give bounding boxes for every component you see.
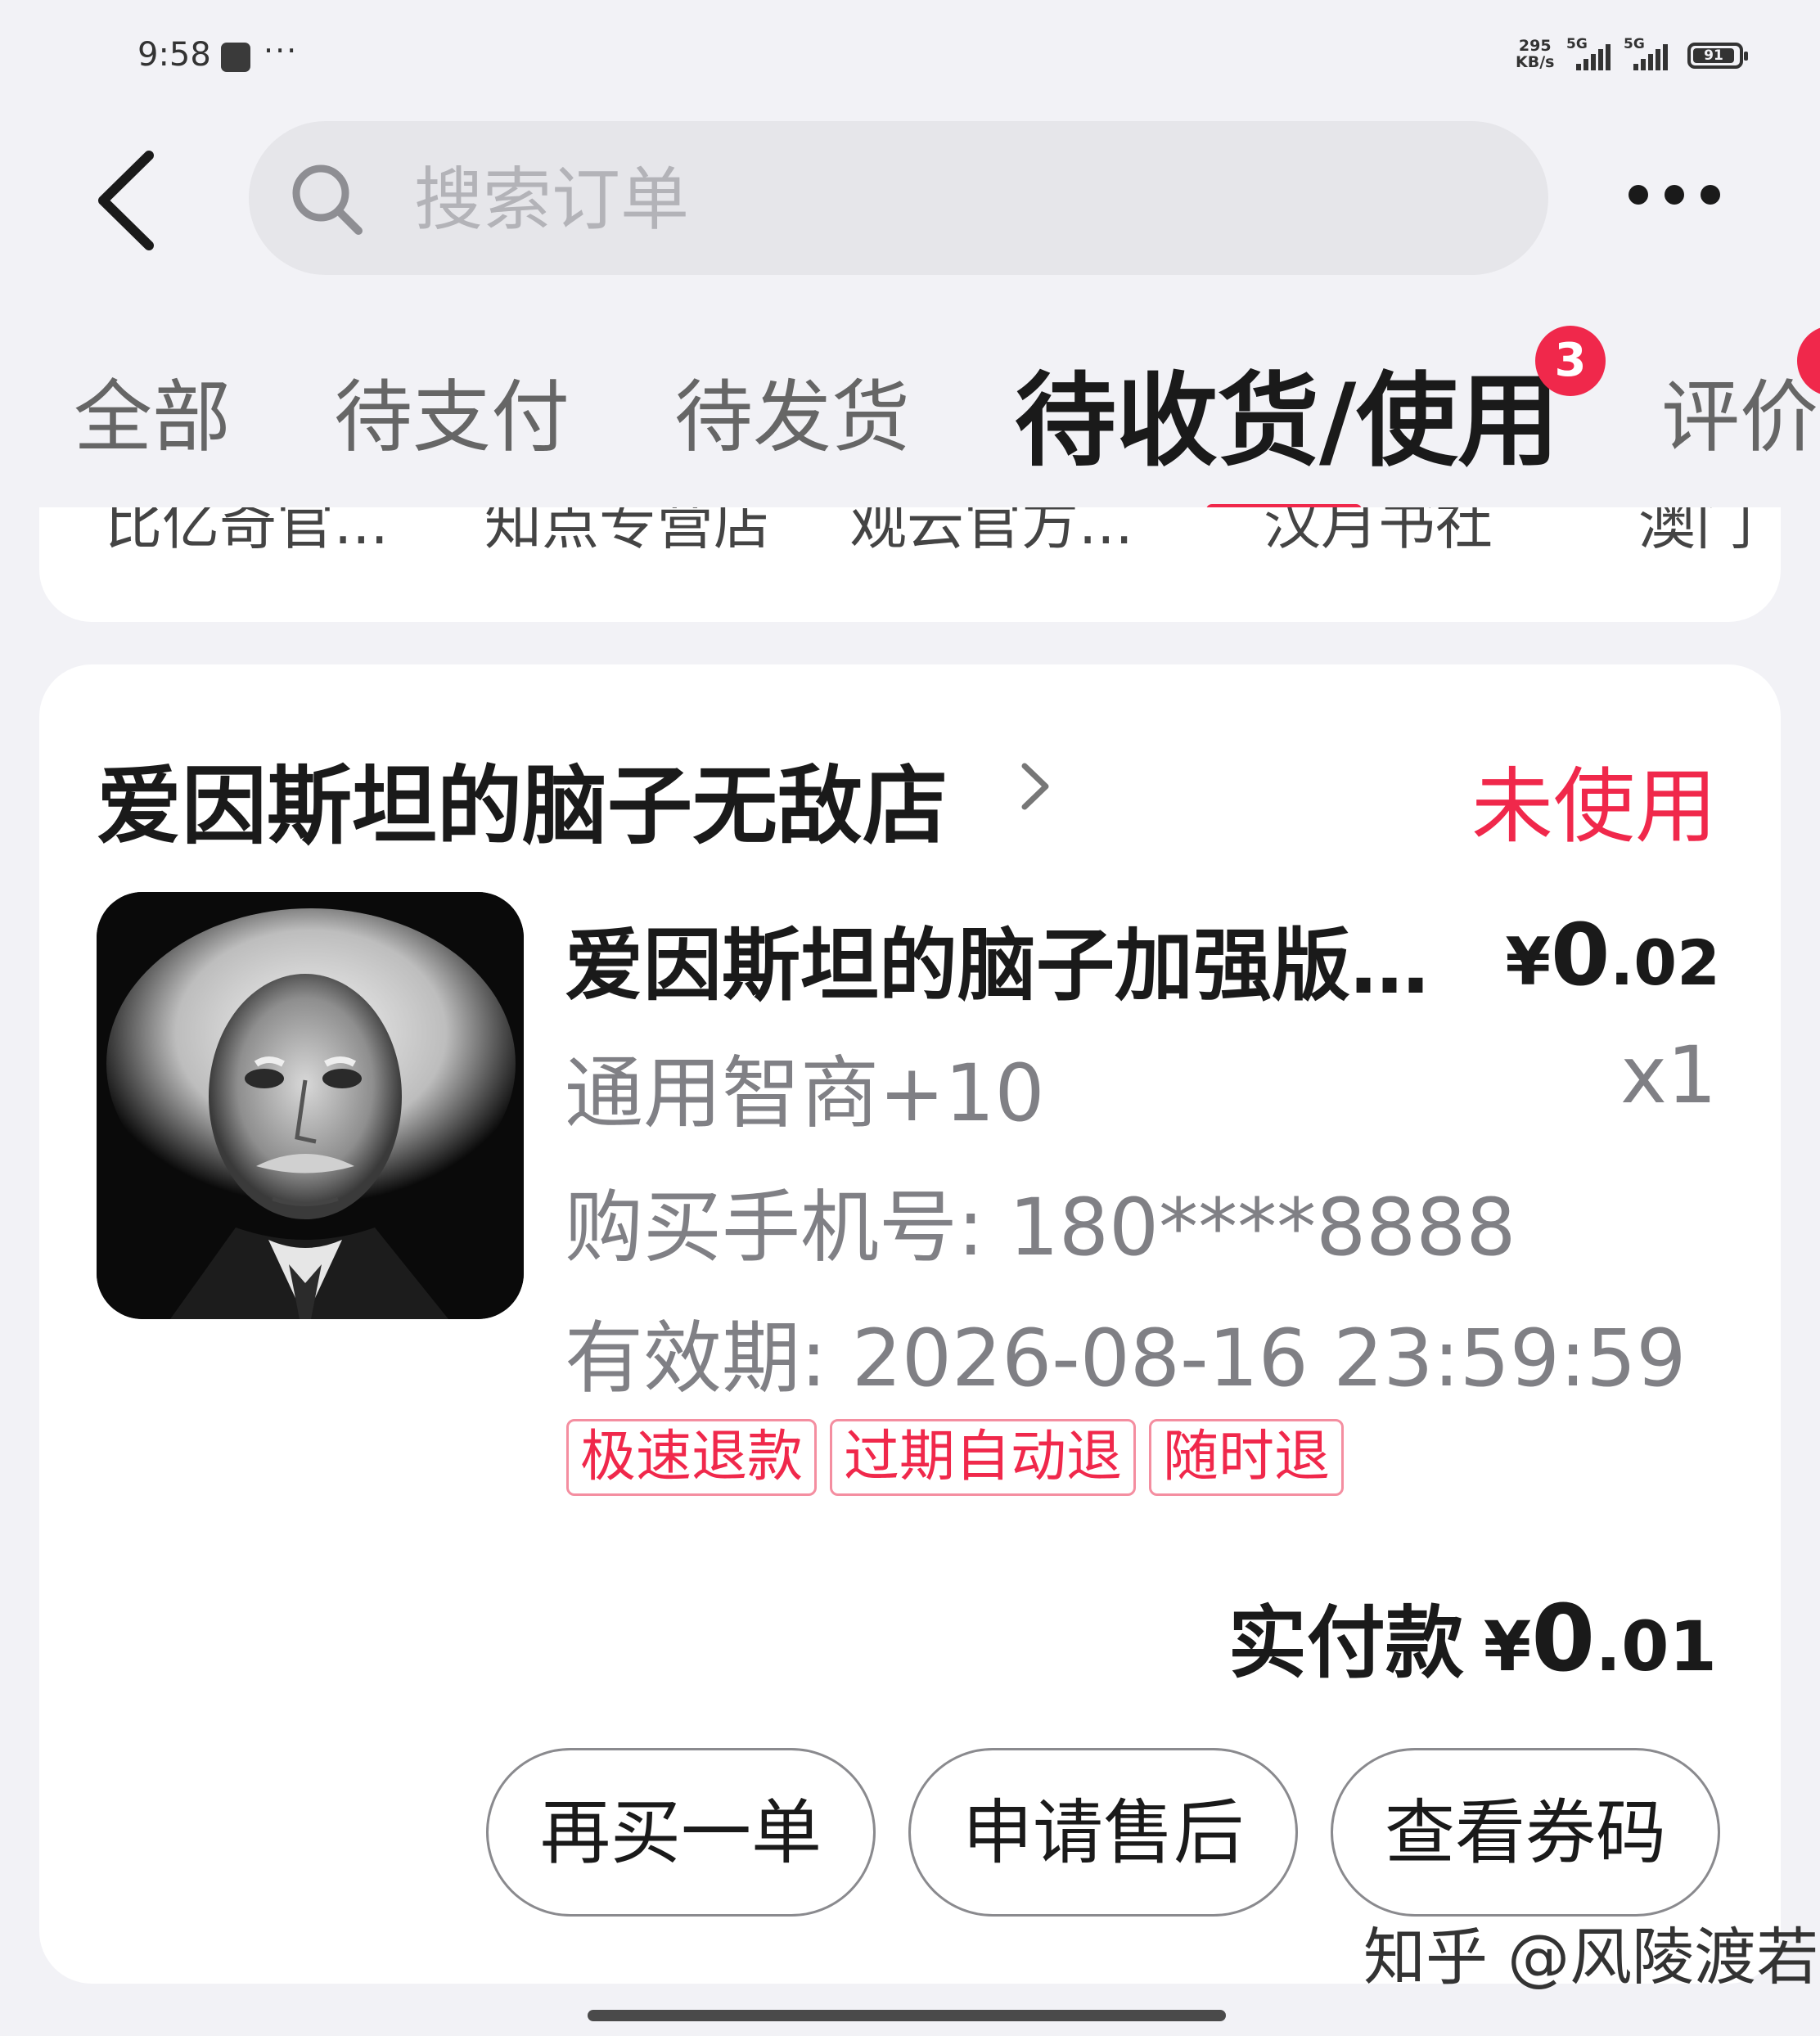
validity-period: 有效期: 2026-08-16 23:59:59 <box>565 1313 1687 1404</box>
tag-refund-anytime: 随时退 <box>1149 1419 1345 1496</box>
chevron-right-icon[interactable] <box>1015 750 1056 823</box>
tab-pending-receipt[interactable]: 待收货/使用 <box>1015 360 1559 483</box>
signal-1-label: 5G <box>1566 36 1588 52</box>
tag-auto-refund-on-expiry: 过期自动退 <box>830 1419 1137 1496</box>
price-decimal: .02 <box>1610 926 1720 999</box>
search-bar[interactable] <box>249 121 1548 275</box>
battery-level: 91 <box>1693 48 1734 63</box>
product-quantity: x1 <box>1620 1029 1717 1121</box>
signal-2-icon: 5G <box>1624 36 1668 70</box>
amount-paid-label: 实付款 <box>1228 1597 1464 1689</box>
store-item[interactable]: 澳门 <box>1638 507 1753 565</box>
order-list-screen: 9:58 ··· 295 KB/s 5G 5G 91 全部 待支付 待发货 待收… <box>0 0 1820 2036</box>
store-item[interactable]: 汉月书社 <box>1264 507 1493 565</box>
product-price: ¥0.02 <box>1505 905 1720 1005</box>
after-sale-button[interactable]: 申请售后 <box>908 1748 1298 1917</box>
app-notification-icon <box>221 43 250 72</box>
tab-pending-payment[interactable]: 待支付 <box>334 368 570 466</box>
price-integer: 0 <box>1550 905 1611 1005</box>
amount-paid-currency: ¥ <box>1483 1606 1532 1687</box>
store-item[interactable]: 比亿奇官... <box>105 507 389 565</box>
back-button[interactable] <box>90 147 164 254</box>
watermark: 知乎 @风陵渡若水 <box>1363 1921 1820 1993</box>
battery-icon: 91 <box>1687 43 1748 69</box>
signal-2-label: 5G <box>1624 36 1645 52</box>
network-speed: 295 KB/s <box>1516 38 1554 70</box>
amount-paid: 实付款 ¥0.01 <box>1228 1579 1717 1693</box>
search-icon <box>292 164 363 235</box>
tab-all[interactable]: 全部 <box>74 368 231 466</box>
tab-review[interactable]: 评价 <box>1661 368 1818 466</box>
amount-paid-decimal: .01 <box>1595 1606 1717 1687</box>
network-speed-unit: KB/s <box>1516 53 1555 71</box>
tab-pending-shipment[interactable]: 待发货 <box>674 368 910 466</box>
product-title[interactable]: 爱因斯坦的脑子加强版，... <box>565 902 1506 1016</box>
product-image[interactable] <box>97 892 524 1319</box>
shop-name[interactable]: 爱因斯坦的脑子无敌店 <box>97 736 948 860</box>
order-card[interactable]: 爱因斯坦的脑子无敌店 未使用 爱因斯坦的脑子加强版，... ¥0.02 通用智商… <box>39 664 1781 1984</box>
amount-paid-integer: 0 <box>1531 1586 1596 1692</box>
chevron-left-icon <box>98 151 154 250</box>
price-currency: ¥ <box>1505 924 1551 1000</box>
buyer-phone: 购买手机号: 180****8888 <box>565 1182 1516 1273</box>
recent-stores-strip: 比亿奇官... 知点专营店 观云官方... 汉月书社 澳门 <box>39 507 1781 622</box>
tab-badge-count: 3 <box>1535 326 1606 396</box>
view-voucher-code-button[interactable]: 查看券码 <box>1331 1748 1720 1917</box>
status-time: 9:58 <box>137 36 211 74</box>
signal-1-icon: 5G <box>1566 36 1611 70</box>
tag-fast-refund: 极速退款 <box>566 1419 818 1496</box>
more-notifications-icon: ··· <box>264 33 299 69</box>
store-item[interactable]: 观云官方... <box>849 507 1133 565</box>
search-input[interactable] <box>412 154 1480 245</box>
order-status: 未使用 <box>1471 759 1717 854</box>
network-speed-value: 295 <box>1518 37 1552 55</box>
service-tags: 极速退款 过期自动退 随时退 <box>566 1419 1345 1496</box>
more-dots-icon <box>1629 185 1648 205</box>
product-spec: 通用智商+10 <box>565 1047 1045 1139</box>
store-item[interactable]: 知点专营店 <box>484 507 771 565</box>
more-options-button[interactable] <box>1629 185 1720 205</box>
portrait-image <box>97 892 524 1319</box>
home-indicator[interactable] <box>588 2010 1226 2021</box>
rebuy-button[interactable]: 再买一单 <box>486 1748 876 1917</box>
